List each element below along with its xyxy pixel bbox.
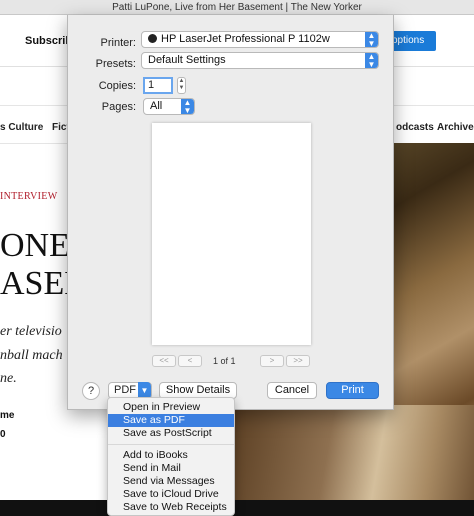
printer-status-icon [148, 34, 157, 43]
next-page-button[interactable]: > [260, 355, 284, 367]
menu-item-save-to-icloud-drive[interactable]: Save to iCloud Drive [108, 488, 234, 501]
copies-label: Copies: [98, 80, 136, 92]
printer-label: Printer: [100, 37, 136, 49]
first-page-button[interactable]: << [152, 355, 176, 367]
pdf-dropdown-menu: Open in Preview Save as PDF Save as Post… [107, 397, 235, 516]
page-indicator: 1 of 1 [213, 356, 236, 366]
copies-input[interactable]: 1 [143, 77, 173, 94]
presets-label: Presets: [95, 58, 136, 70]
presets-value: Default Settings [148, 54, 226, 66]
pdf-label: PDF [114, 384, 136, 396]
presets-chevron-icon: ▲ ▼ [365, 53, 378, 68]
byline-name[interactable]: me [0, 410, 14, 421]
menu-item-add-to-ibooks[interactable]: Add to iBooks [108, 449, 234, 462]
last-page-button[interactable]: >> [286, 355, 310, 367]
menu-item-send-in-mail[interactable]: Send in Mail [108, 462, 234, 475]
print-dialog: Printer: HP LaserJet Professional P 1102… [67, 15, 394, 410]
pages-value: All [150, 100, 163, 112]
nav-item-archive[interactable]: Archive [437, 122, 474, 133]
previous-page-button[interactable]: < [178, 355, 202, 367]
cancel-button[interactable]: Cancel [267, 382, 317, 399]
window-title: Patti LuPone, Live from Her Basement | T… [112, 2, 362, 13]
presets-select[interactable]: Default Settings ▲ ▼ [141, 52, 379, 69]
bottom-strip [0, 500, 474, 516]
dek-line-2: nball mach [0, 348, 63, 363]
printer-select[interactable]: HP LaserJet Professional P 1102w ▲ ▼ [141, 31, 379, 48]
article-kicker[interactable]: INTERVIEW [0, 191, 57, 202]
copies-stepper[interactable]: ▲ ▼ [177, 77, 186, 94]
menu-separator [108, 444, 234, 445]
printer-value: HP LaserJet Professional P 1102w [161, 33, 330, 45]
menu-item-save-as-postscript[interactable]: Save as PostScript [108, 427, 234, 440]
pages-label: Pages: [101, 101, 136, 113]
window-titlebar: Patti LuPone, Live from Her Basement | T… [0, 0, 474, 15]
printer-chevron-icon: ▲ ▼ [365, 32, 378, 47]
nav-item-culture[interactable]: s Culture [0, 122, 43, 133]
menu-item-send-via-messages[interactable]: Send via Messages [108, 475, 234, 488]
help-button[interactable]: ? [82, 382, 100, 400]
menu-item-save-as-pdf[interactable]: Save as PDF [108, 414, 234, 427]
pages-select[interactable]: All ▲ ▼ [143, 98, 195, 115]
dek-line-1: er televisio [0, 324, 62, 339]
dek-line-3: ne. [0, 371, 17, 386]
print-button[interactable]: Print [326, 382, 379, 399]
byline-date: 0 [0, 429, 6, 440]
pages-chevron-icon: ▲ ▼ [181, 99, 194, 114]
print-preview-page [152, 123, 311, 345]
menu-item-save-to-web-receipts[interactable]: Save to Web Receipts [108, 501, 234, 514]
menu-item-open-in-preview[interactable]: Open in Preview [108, 401, 234, 414]
nav-item-podcasts[interactable]: odcasts [396, 122, 434, 133]
